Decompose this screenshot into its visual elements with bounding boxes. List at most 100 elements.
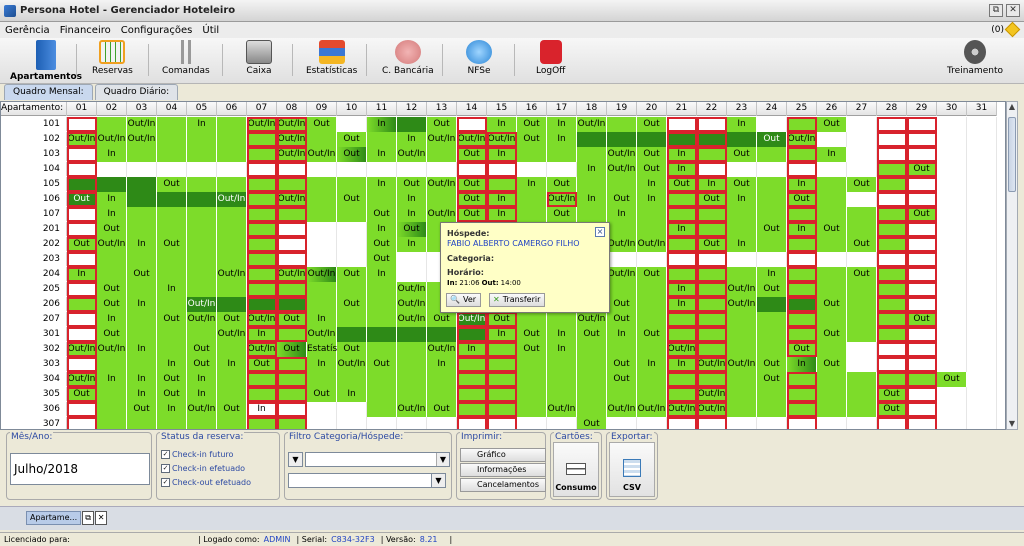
reservation-cell[interactable] [607,282,637,297]
reservation-cell[interactable] [847,147,877,162]
reservation-cell[interactable]: Out [637,147,667,162]
reservation-cell[interactable] [367,372,397,387]
reservation-cell[interactable] [757,192,787,207]
reservation-cell[interactable]: Out/In [277,117,307,132]
reservation-cell[interactable] [457,402,487,417]
reservation-cell[interactable] [517,372,547,387]
close-icon[interactable]: × [595,227,605,237]
reservation-cell[interactable] [847,312,877,327]
reservation-cell[interactable]: Out [217,312,247,327]
reservation-cell[interactable] [727,372,757,387]
reservation-cell[interactable] [877,207,907,222]
reservation-cell[interactable]: Out [637,327,667,342]
reservation-cell[interactable]: Out/In [307,267,337,282]
reservation-cell[interactable]: In [787,177,817,192]
reservation-cell[interactable]: Out [757,132,787,147]
reservation-cell[interactable] [607,417,637,429]
reservation-cell[interactable] [967,132,997,147]
reservation-cell[interactable] [307,252,337,267]
reservation-cell[interactable] [187,207,217,222]
reservation-cell[interactable] [907,372,937,387]
reservation-cell[interactable]: Out [577,327,607,342]
reservation-cell[interactable]: Out [877,402,907,417]
reservation-cell[interactable]: Out [577,417,607,429]
reservation-cell[interactable] [127,282,157,297]
reservation-cell[interactable] [427,192,457,207]
reservation-cell[interactable] [517,147,547,162]
reservation-cell[interactable] [667,132,697,147]
reservation-cell[interactable] [307,372,337,387]
reservation-cell[interactable] [427,147,457,162]
reservation-cell[interactable]: Out [847,237,877,252]
reservation-cell[interactable] [307,222,337,237]
reservation-cell[interactable] [127,162,157,177]
reservation-cell[interactable] [937,147,967,162]
reservation-cell[interactable]: Out/In [607,267,637,282]
reservation-cell[interactable] [307,132,337,147]
reservation-cell[interactable]: In [637,357,667,372]
reservation-cell[interactable] [337,417,367,429]
reservation-cell[interactable] [187,222,217,237]
reservation-cell[interactable]: In [97,312,127,327]
reservation-cell[interactable]: Out [727,177,757,192]
reservation-cell[interactable] [337,252,367,267]
reservation-cell[interactable]: In [637,177,667,192]
reservation-cell[interactable] [247,177,277,192]
reservation-cell[interactable]: Out [367,207,397,222]
reservation-cell[interactable] [877,327,907,342]
reservation-cell[interactable] [487,177,517,192]
reservation-cell[interactable] [967,252,997,267]
reservation-cell[interactable]: In [637,192,667,207]
reservation-cell[interactable]: Out/In [127,132,157,147]
toolbar-button-c-bancaria[interactable]: C. Bancária [382,40,434,76]
category-select[interactable]: ▼ [305,452,450,467]
reservation-cell[interactable] [757,162,787,177]
reservation-cell[interactable] [937,237,967,252]
reservation-cell[interactable] [877,342,907,357]
reservation-cell[interactable]: Out [607,297,637,312]
reservation-cell[interactable] [217,207,247,222]
reservation-cell[interactable] [187,237,217,252]
reservation-cell[interactable]: In [487,192,517,207]
reservation-cell[interactable] [157,297,187,312]
reservation-cell[interactable] [547,162,577,177]
reservation-cell[interactable] [727,327,757,342]
reservation-cell[interactable] [277,327,307,342]
reservation-cell[interactable] [67,417,97,429]
reservation-cell[interactable]: Out [367,252,397,267]
reservation-cell[interactable] [817,267,847,282]
reservation-cell[interactable]: In [157,357,187,372]
reservation-cell[interactable]: Out [517,117,547,132]
reservation-cell[interactable] [67,312,97,327]
reservation-cell[interactable] [727,387,757,402]
reservation-cell[interactable]: Out [97,222,127,237]
reservation-cell[interactable] [517,162,547,177]
reservation-cell[interactable] [757,387,787,402]
reservation-cell[interactable] [907,192,937,207]
reservation-cell[interactable] [127,222,157,237]
reservation-cell[interactable] [817,237,847,252]
reservation-cell[interactable]: Out/In [217,327,247,342]
reservation-cell[interactable] [277,162,307,177]
reservation-cell[interactable] [307,192,337,207]
tab-quadro-mensal[interactable]: Quadro Mensal: [4,84,93,100]
reservation-cell[interactable] [967,192,997,207]
reservation-cell[interactable] [697,222,727,237]
reservation-cell[interactable] [367,387,397,402]
reservation-cell[interactable]: Out [637,162,667,177]
vertical-scrollbar[interactable]: ▲ ▼ [1006,101,1018,430]
reservation-cell[interactable]: In [307,357,337,372]
reservation-cell[interactable] [127,177,157,192]
reservation-cell[interactable]: Out [157,177,187,192]
reservation-cell[interactable]: In [667,297,697,312]
reservation-cell[interactable] [517,387,547,402]
reservation-cell[interactable]: Out/In [547,192,577,207]
reservation-cell[interactable] [247,162,277,177]
reservation-cell[interactable] [517,357,547,372]
reservation-cell[interactable] [907,342,937,357]
reservation-cell[interactable] [937,297,967,312]
reservation-cell[interactable] [937,327,967,342]
reservation-cell[interactable] [817,252,847,267]
reservation-cell[interactable] [607,117,637,132]
reservation-cell[interactable]: In [97,372,127,387]
